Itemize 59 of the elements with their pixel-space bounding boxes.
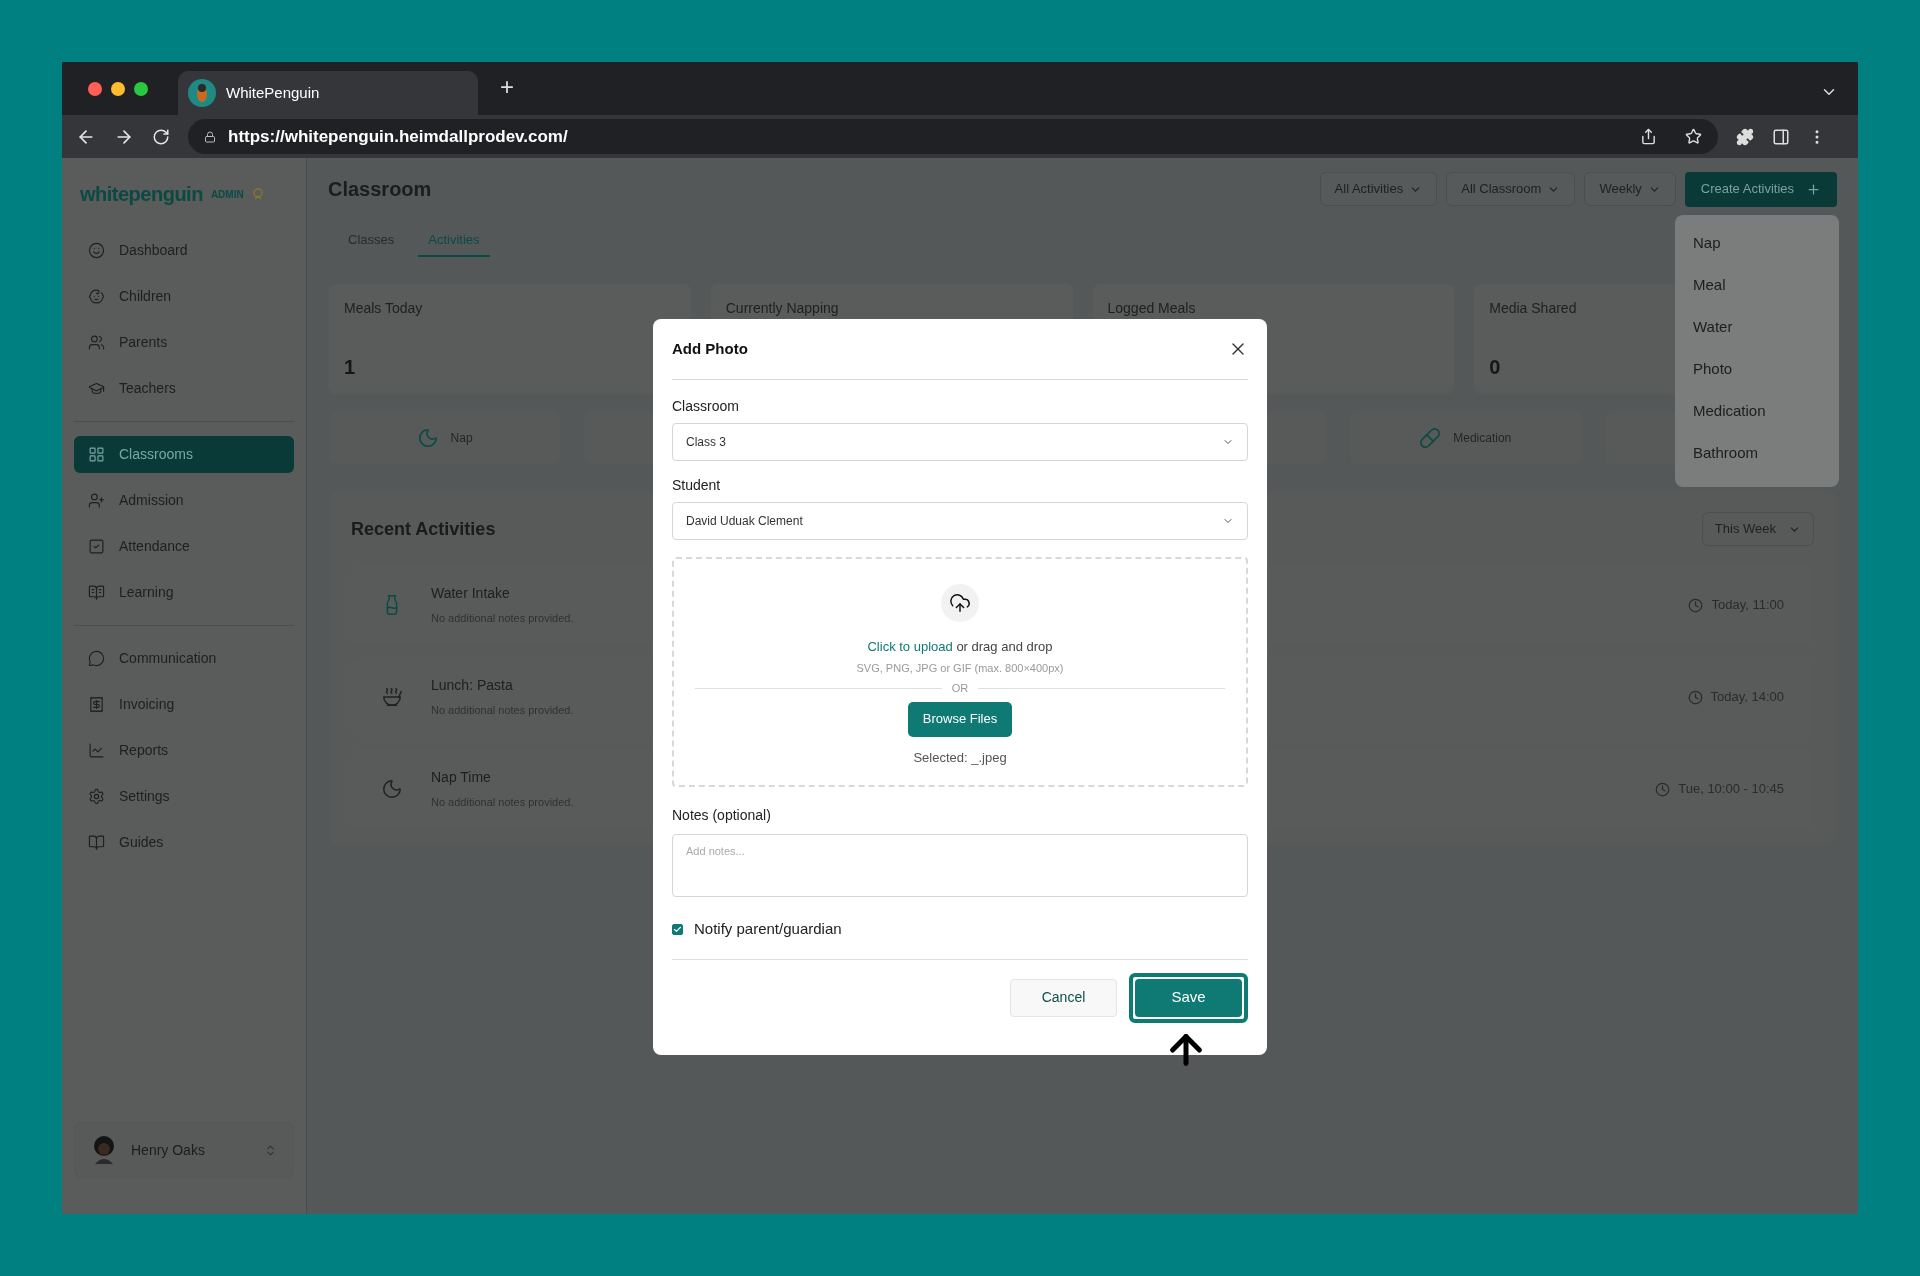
notes-field[interactable]: Add notes... [672,834,1248,897]
nav-item[interactable]: Reports [74,732,294,769]
activity-title: Water Intake [431,584,510,604]
nav-item[interactable]: Parents [74,324,294,361]
nav-item[interactable]: Learning [74,574,294,611]
nav-item[interactable]: Admission [74,482,294,519]
nav-item[interactable]: Teachers [74,370,294,407]
period-dropdown[interactable]: This Week [1701,512,1814,546]
user-card[interactable]: Henry Oaks [74,1122,294,1178]
browse-files-button[interactable]: Browse Files [907,701,1013,737]
filter-dropdown[interactable]: Weekly [1584,172,1676,206]
create-activities-button[interactable]: Create Activities [1684,171,1837,207]
upload-instruction: Click to upload or drag and drop [867,638,1053,656]
nav-item[interactable]: Settings [74,778,294,815]
stat-value: 0 [1489,355,1501,380]
field-label: Student [672,476,722,495]
menu-item[interactable]: Photo [1693,355,1821,384]
file-type-hint: SVG, PNG, JPG or GIF (max. 800×400px) [856,660,1064,676]
filter-dropdown[interactable]: All Activities [1319,172,1438,206]
dialog-title: Add Photo [672,338,749,359]
logo: whitepenguin [80,182,203,207]
nav-item[interactable]: Attendance [74,528,294,565]
menu-item[interactable]: Medication [1693,397,1821,426]
stat-label: Logged Meals [1107,299,1196,318]
new-tab-button[interactable]: + [500,69,514,105]
or-divider-label: OR [951,681,969,696]
page-title: Classroom [328,177,433,202]
upload-dropzone[interactable]: Click to upload or drag and drop SVG, PNG, JPG or GIF (max. 800×400px) OR Browse Files Selected: _.jpeg [672,557,1248,787]
section-title: Recent Activities [351,517,496,541]
nav-item[interactable]: Communication [74,640,294,677]
nav-item[interactable]: Invoicing [74,686,294,723]
menu-item[interactable]: Meal [1693,271,1821,300]
nav-item[interactable]: Classrooms [74,436,294,473]
address-bar[interactable]: https://whitepenguin.heimdallprodev.com/ [188,119,1718,154]
classroom-select[interactable]: Class 3 [672,423,1248,461]
activity-title: Lunch: Pasta [431,676,513,696]
nav-item[interactable]: Dashboard [74,232,294,269]
stat-label: Media Shared [1489,299,1577,318]
field-label: Classroom [672,397,740,416]
activity-title: Nap Time [431,768,491,788]
filter-dropdown[interactable]: All Classroom [1446,172,1576,206]
notify-label: Notify parent/guardian [694,919,842,939]
nav-item[interactable]: Children [74,278,294,315]
browser-tab[interactable]: WhitePenguin [178,71,478,115]
stat-value: 1 [344,355,356,380]
field-label: Notes (optional) [672,806,772,825]
tab[interactable]: Activities [418,225,490,257]
cancel-button[interactable]: Cancel [1010,978,1117,1017]
selected-file: Selected: _.jpeg [913,748,1007,767]
menu-item[interactable]: Bathroom [1693,439,1821,468]
student-select[interactable]: David Uduak Clement [672,502,1248,540]
menu-item[interactable]: Nap [1693,229,1821,258]
stat-label: Meals Today [344,299,423,318]
menu-item[interactable]: Water [1693,313,1821,342]
admin-label: ADMIN [210,187,244,202]
user-name: Henry Oaks [131,1140,206,1160]
stat-label: Currently Napping [725,299,839,318]
save-button[interactable]: Save [1135,978,1242,1017]
nav-item[interactable]: Guides [74,824,294,861]
